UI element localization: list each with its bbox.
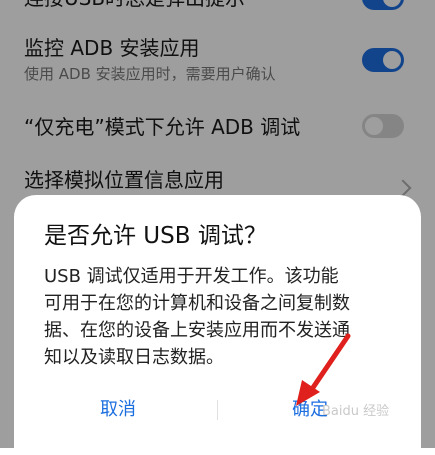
annotation-arrow-icon	[296, 333, 351, 406]
button-divider	[217, 400, 218, 420]
cancel-button[interactable]: 取消	[100, 398, 136, 422]
dialog-title: 是否允许 USB 调试？	[44, 223, 267, 249]
dialog-message-line: 可用于在您的计算机和设备之间复制数	[44, 293, 350, 314]
dialog-message-line: USB 调试仅适用于开发工作。该功能	[44, 266, 339, 287]
watermark: Baidu 经验	[322, 404, 390, 419]
